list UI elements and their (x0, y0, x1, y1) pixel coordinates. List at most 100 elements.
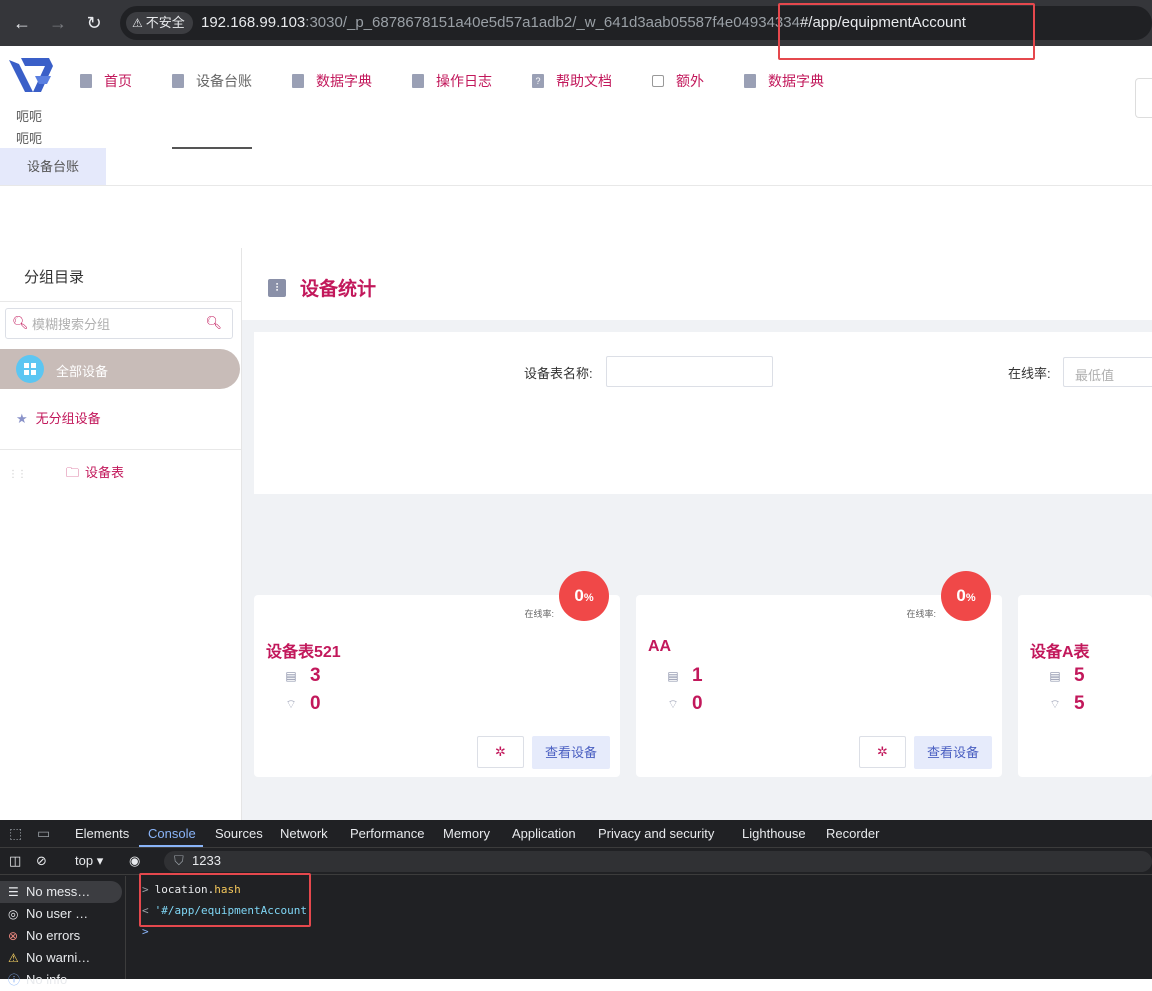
bug-icon: ✲ (495, 744, 506, 759)
tab-privacy-security[interactable]: Privacy and security (598, 826, 714, 841)
back-icon[interactable]: ← (11, 12, 33, 34)
console-highlight (139, 873, 311, 927)
sidebar-messages[interactable]: ☰ No mess… (0, 881, 122, 903)
tab-recorder[interactable]: Recorder (826, 826, 879, 841)
context-selector[interactable]: top ▾ (75, 853, 103, 869)
info-icon: ⓘ (8, 973, 21, 987)
eye-icon[interactable]: ◉ (129, 853, 140, 869)
tab-console[interactable]: Console (148, 826, 196, 841)
all-devices-item[interactable]: 全部设备 (0, 349, 240, 389)
sidebar-errors[interactable]: ⊗ No errors (0, 925, 122, 947)
tree-item[interactable]: ⋮⋮ 🗀 设备表 (8, 462, 124, 486)
sidebar-info[interactable]: ⓘ No info (0, 969, 122, 991)
tab-performance[interactable]: Performance (350, 826, 424, 841)
debug-button[interactable]: ✲ (477, 736, 524, 768)
drag-handle-icon[interactable]: ⋮⋮ (8, 469, 27, 480)
star-icon: ★ (16, 411, 28, 426)
ungrouped-devices-item[interactable]: ★ 无分组设备 (16, 408, 101, 427)
active-tab-underline (139, 845, 203, 847)
nav-data-dictionary[interactable]: 数据字典 (292, 70, 372, 92)
devtools-tabbar: ⬚ ▭ Elements Console Sources Network Per… (0, 820, 1152, 848)
wifi-icon: ⌔ (1049, 696, 1061, 711)
settings-icon: ⫶ (268, 278, 286, 297)
app-logo (9, 58, 53, 92)
online-rate-label: 在线率: (1008, 366, 1051, 381)
debug-button[interactable]: ✲ (859, 736, 906, 768)
device-count-row: ▤ 1 (667, 665, 703, 686)
list-icon (80, 74, 92, 88)
book-icon (292, 74, 304, 88)
online-count-row: ⌔ 5 (1049, 693, 1085, 714)
tab-memory[interactable]: Memory (443, 826, 490, 841)
tab-elements[interactable]: Elements (75, 826, 129, 841)
online-rate-label: 在线率: (524, 609, 554, 619)
table-name-label: 设备表名称: (524, 366, 593, 381)
group-sidebar: 分组目录 🔍︎ 🔍︎ 全部设备 ★无分组设备 ⋮⋮🗀设备表 (0, 248, 242, 820)
device-toolbar-icon[interactable]: ▭ (37, 825, 50, 842)
group-search-input[interactable] (32, 314, 202, 334)
sidebar-toggle-icon[interactable]: ◫ (9, 853, 21, 869)
divider (0, 449, 241, 450)
device-count-row: ▤ 3 (285, 665, 321, 686)
online-rate-badge: 0% (559, 571, 609, 621)
page-title: ⫶ 设备统计 (268, 274, 376, 301)
book-icon (412, 74, 424, 88)
tab-sources[interactable]: Sources (215, 826, 263, 841)
tab-network[interactable]: Network (280, 826, 328, 841)
search-icon: 🔍︎ (12, 315, 29, 330)
url-hash-highlight (778, 3, 1035, 60)
tab-lighthouse[interactable]: Lighthouse (742, 826, 806, 841)
header-right-control[interactable] (1135, 78, 1152, 118)
filter-input[interactable]: 1233 (192, 853, 221, 868)
folder-icon: 🗀 (66, 465, 80, 480)
list-icon: ☰ (8, 885, 19, 899)
sidebar-warnings[interactable]: ⚠ No warni… (0, 947, 122, 969)
console-filter[interactable]: ⛉ 1233 (164, 851, 1152, 872)
security-chip[interactable]: ⚠ 不安全 (126, 12, 193, 34)
server-icon: ▤ (1049, 669, 1061, 683)
card-title: 设备表521 (266, 644, 341, 661)
card-title: 设备A表 (1030, 644, 1090, 661)
online-rate-label: 在线率: (906, 609, 936, 619)
url-host: 192.168.99.103 (201, 14, 306, 31)
tab-equipment-account[interactable]: 设备台账 (0, 148, 106, 185)
group-search: 🔍︎ 🔍︎ (5, 308, 233, 339)
online-rate-min-input[interactable]: 最低值 (1063, 357, 1152, 387)
clear-console-icon[interactable]: ⊘ (36, 853, 47, 869)
warning-icon: ⚠ (132, 16, 143, 30)
inspect-icon[interactable]: ⬚ (9, 825, 22, 842)
wifi-icon: ⌔ (667, 696, 679, 711)
table-name-input[interactable] (606, 356, 773, 387)
online-rate-badge: 0% (941, 571, 991, 621)
search-submit-icon[interactable]: 🔍︎ (205, 315, 222, 331)
checkbox-icon (652, 75, 664, 87)
page-tabbar: 设备台账 (0, 148, 1152, 186)
nav-equipment-account[interactable]: 设备台账 (172, 70, 252, 92)
nav-help-docs[interactable]: ? 帮助文档 (532, 70, 612, 92)
filter-icon: ⛉ (174, 853, 184, 868)
card-title: AA (648, 638, 672, 655)
user-name[interactable]: 呃呃 呃呃 (16, 106, 56, 150)
sidebar-user-messages[interactable]: ◎ No user … (0, 903, 122, 925)
nav-data-dictionary-2[interactable]: 数据字典 (744, 70, 824, 92)
console-toolbar: ◫ ⊘ top ▾ ◉ ⛉ 1233 (0, 849, 1152, 875)
grid-icon (16, 355, 44, 383)
nav-home[interactable]: 首页 (80, 70, 132, 92)
view-devices-button[interactable]: 查看设备 (532, 736, 610, 769)
nav-operation-log[interactable]: 操作日志 (412, 70, 492, 92)
tab-application[interactable]: Application (512, 826, 576, 841)
device-table-card: 在线率: 0% 设备表521 ▤ 3 ⌔ 0 ✲ 查看设备 (254, 571, 620, 777)
console-sidebar: ☰ No mess… ◎ No user … ⊗ No errors ⚠ No warn… (0, 876, 126, 987)
error-icon: ⊗ (8, 929, 19, 943)
device-table-card: 在线率: 0% AA ▤ 1 ⌔ 0 ✲ 查看设备 (636, 571, 1002, 777)
nav-extra[interactable]: 额外 (652, 70, 704, 92)
bug-icon: ✲ (877, 744, 888, 759)
divider (0, 301, 241, 302)
sidebar-title: 分组目录 (24, 269, 85, 286)
view-devices-button[interactable]: 查看设备 (914, 736, 992, 769)
forward-icon[interactable]: → (47, 12, 69, 34)
help-icon: ? (532, 74, 544, 88)
user-icon: ◎ (8, 907, 19, 921)
reload-icon[interactable]: ↻ (83, 12, 105, 34)
url-path: :3030/_p_6878678151a40e5d57a1adb2/_w_641… (305, 14, 800, 31)
